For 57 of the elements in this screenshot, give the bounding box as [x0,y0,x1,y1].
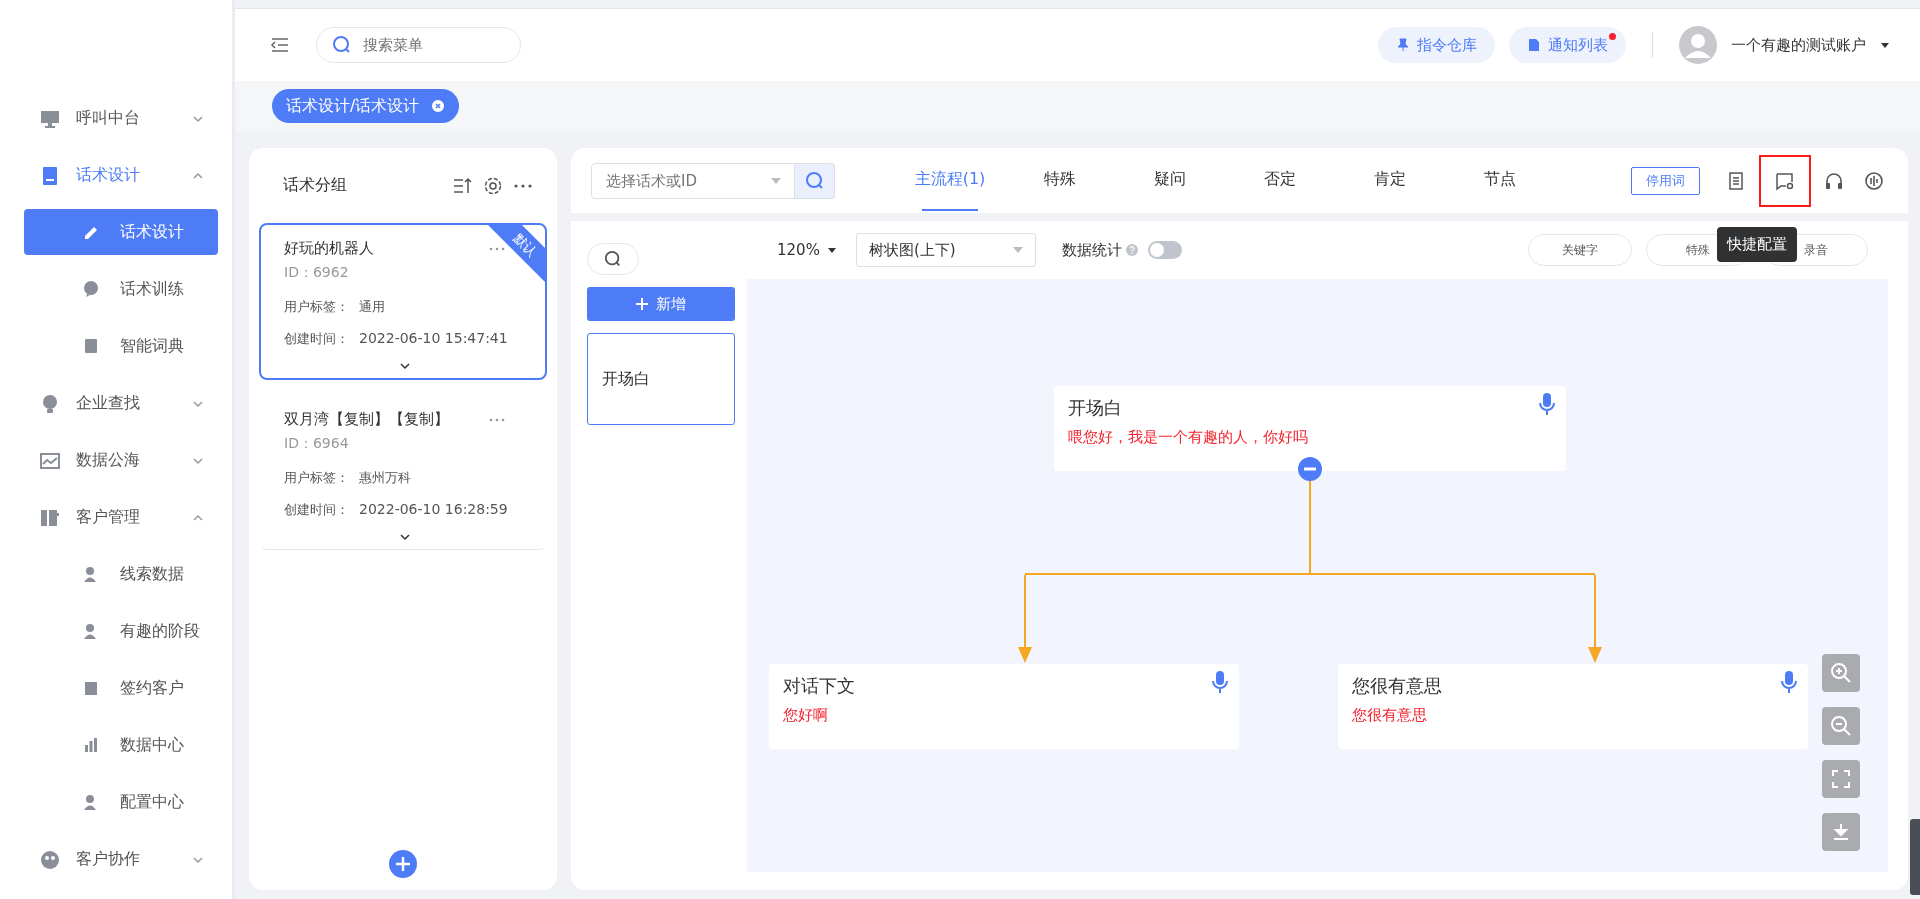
flow-node[interactable]: 您很有意思 您很有意思 [1338,664,1808,749]
user-name[interactable]: 一个有趣的测试账户 [1731,35,1866,55]
tab[interactable]: 否定 [1225,148,1335,213]
field-label: 用户标签： [284,469,349,487]
sidebar-item[interactable]: 数据公海 [0,432,232,489]
node-text: 您很有意思 [1352,706,1427,725]
sidebar-item[interactable]: 数据中心 [24,722,218,768]
page-tab[interactable]: 话术设计/话术设计 [272,89,460,123]
group-name: 好玩的机器人 [284,239,374,258]
node-title: 对话下文 [783,674,855,698]
node-text: 喂您好，我是一个有趣的人，你好吗 [1068,428,1308,447]
flow-node[interactable]: 对话下文 您好啊 [769,664,1239,749]
toolbar-button[interactable]: 指令仓库 [1378,27,1495,63]
sidebar-item[interactable]: 客户管理 [0,489,232,546]
node-text: 您好啊 [783,706,828,725]
group-name: 双月湾【复制】【复制】 [284,410,449,429]
node-list-item[interactable]: 开场白 [587,333,735,425]
sidebar-item[interactable]: 线索数据 [24,551,218,597]
script-group-card[interactable]: 默认 好玩的机器人 ID：6962 用户标签： 通用 创建时间： 2022-06-10 15:47:41 [259,223,547,380]
tab[interactable]: 节点 [1445,148,1555,213]
script-select[interactable]: 选择话术或ID [591,162,795,199]
field-label: 创建时间： [284,330,349,348]
tab[interactable]: 肯定 [1335,148,1445,213]
created-time: 2022-06-10 15:47:41 [359,330,508,348]
script-group-card[interactable]: 双月湾【复制】【复制】 ID：6964 用户标签： 惠州万科 创建时间： 2022-06-10 16:28:59 [259,394,547,550]
sidebar-item[interactable]: 呼叫中台 [0,90,232,147]
zoom-select[interactable]: 120% [777,241,836,259]
sidebar-item[interactable]: 话术训练 [24,266,218,312]
field-label: 用户标签： [284,298,349,316]
panel-title: 话术分组 [283,175,348,196]
tag-value: 通用 [359,298,385,316]
stats-label: 数据统计 [1061,240,1122,260]
tab[interactable]: 疑问 [1115,148,1225,213]
tooltip: 快捷配置 [1717,226,1797,262]
sidebar-item[interactable]: 话术设计 [24,209,218,255]
sidebar-item[interactable]: 智能词典 [24,323,218,369]
sidebar-item[interactable]: 话术设计 [0,147,232,204]
add-button[interactable]: 新增 [587,287,735,321]
search-field[interactable]: 搜索菜单 [316,27,521,63]
layout-select[interactable]: 树状图(上下) [855,233,1036,267]
flow-node[interactable]: 开场白 喂您好，我是一个有趣的人，你好吗 [1054,386,1566,471]
field-label: 创建时间： [284,501,349,519]
group-id: ID：6962 [284,264,350,282]
toolbar-button[interactable]: 通知列表 [1509,27,1626,63]
group-id: ID：6964 [284,435,350,453]
tag-value: 惠州万科 [359,469,411,487]
filter-button[interactable]: 关键字 [1528,234,1632,266]
tab[interactable]: 特殊 [1005,148,1115,213]
sidebar-item[interactable]: 企业查找 [0,375,232,432]
node-title: 您很有意思 [1352,674,1442,698]
created-time: 2022-06-10 16:28:59 [359,501,508,519]
node-title: 开场白 [1068,396,1122,420]
sidebar-item[interactable]: 配置中心 [24,779,218,825]
sidebar-item[interactable]: 签约客户 [24,665,218,711]
sidebar-item[interactable]: 客户协作 [0,831,232,888]
sidebar-item[interactable]: 有趣的阶段 [24,608,218,654]
stopwords-button[interactable]: 停用词 [1631,166,1700,195]
